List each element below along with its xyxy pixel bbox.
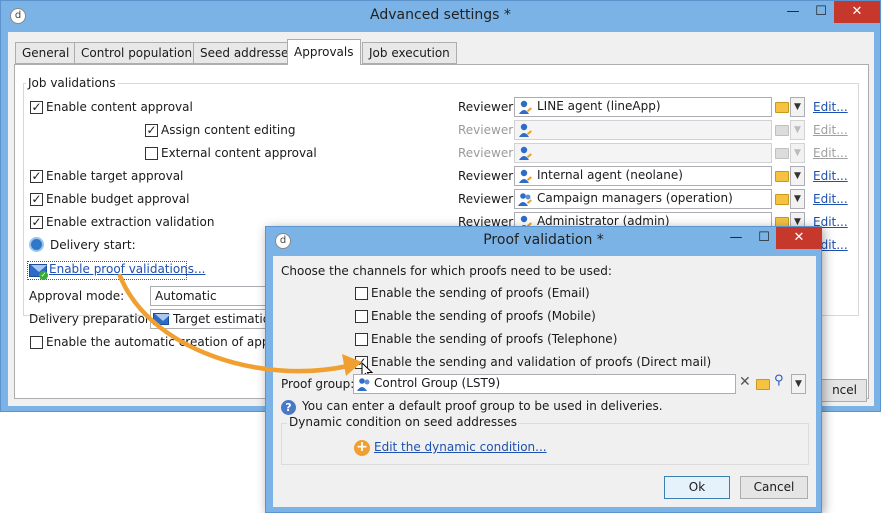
proof-group-value: Control Group (LST9)	[374, 376, 501, 390]
delivery-start-icon	[29, 237, 44, 252]
reviewer-value-4: Internal agent (neolane)	[537, 168, 683, 182]
proof-mobile-label: Enable the sending of proofs (Mobile)	[371, 309, 596, 323]
assign-content-editing-label: Assign content editing	[161, 123, 296, 137]
reviewer-field-1[interactable]: LINE agent (lineApp)	[514, 97, 772, 117]
proof-direct-mail-label: Enable the sending and validation of pro…	[371, 355, 712, 369]
edit-link-5[interactable]: Edit...	[813, 192, 848, 206]
reviewer-label-5: Reviewer:	[458, 192, 517, 206]
reviewer-dropdown-1[interactable]: ▼	[790, 97, 805, 117]
proof-close-button[interactable]: ✕	[776, 227, 822, 249]
reviewer-label-2: Reviewer:	[458, 123, 517, 137]
annotation-arrow	[117, 273, 362, 376]
auto-creation-checkbox[interactable]	[30, 336, 43, 349]
enable-extraction-validation-checkbox[interactable]: ✓	[30, 216, 43, 229]
enable-extraction-validation-label: Enable extraction validation	[46, 215, 215, 229]
cancel-button[interactable]: Cancel	[740, 476, 808, 499]
enable-budget-approval-checkbox[interactable]: ✓	[30, 193, 43, 206]
dynamic-condition-label: Dynamic condition on seed addresses	[287, 415, 520, 429]
plus-icon: +	[354, 440, 370, 456]
folder-icon[interactable]	[775, 171, 789, 182]
job-validations-label: Job validations	[26, 76, 118, 90]
proof-minimize-button[interactable]: —	[722, 227, 750, 249]
edit-link-4[interactable]: Edit...	[813, 169, 848, 183]
proof-maximize-button[interactable]: ☐	[750, 227, 778, 249]
search-icon[interactable]: ⚲	[774, 373, 784, 388]
reviewer-value-1: LINE agent (lineApp)	[537, 99, 661, 113]
green-check-icon: ✓	[39, 271, 48, 280]
edit-link-2: Edit...	[813, 123, 848, 137]
reviewer-label-3: Reviewer:	[458, 146, 517, 160]
tab-general[interactable]: General	[15, 42, 77, 64]
reviewer-dropdown-2: ▼	[790, 120, 805, 140]
edit-link-3: Edit...	[813, 146, 848, 160]
reviewer-dropdown-3: ▼	[790, 143, 805, 163]
close-button[interactable]: ✕	[834, 1, 880, 23]
reviewer-dropdown-4[interactable]: ▼	[790, 166, 805, 186]
group-icon	[518, 192, 533, 207]
proof-group-field[interactable]: Control Group (LST9)	[353, 374, 736, 394]
reviewer-field-3[interactable]	[514, 143, 772, 163]
ok-button[interactable]: Ok	[664, 476, 730, 499]
folder-icon	[775, 125, 789, 136]
reviewer-dropdown-5[interactable]: ▼	[790, 189, 805, 209]
user-icon	[518, 123, 533, 138]
user-icon	[518, 169, 533, 184]
proof-telephone-label: Enable the sending of proofs (Telephone)	[371, 332, 618, 346]
proof-group-info-text: You can enter a default proof group to b…	[302, 399, 663, 413]
reviewer-field-4[interactable]: Internal agent (neolane)	[514, 166, 772, 186]
user-icon	[518, 100, 533, 115]
folder-icon[interactable]	[775, 194, 789, 205]
proof-titlebar[interactable]: d Proof validation * — ☐ ✕	[266, 227, 822, 256]
clear-icon[interactable]: ✕	[739, 374, 751, 390]
reviewer-label-1: Reviewer:	[458, 100, 517, 114]
proof-group-dropdown[interactable]: ▼	[791, 374, 806, 394]
folder-icon[interactable]	[775, 102, 789, 113]
tab-seed-addresses[interactable]: Seed addresses	[193, 42, 302, 64]
folder-icon	[775, 148, 789, 159]
tab-control-population[interactable]: Control population	[74, 42, 200, 64]
reviewer-field-2[interactable]	[514, 120, 772, 140]
edit-link-1[interactable]: Edit...	[813, 100, 848, 114]
main-window-title: Advanced settings *	[370, 7, 511, 23]
reviewer-field-5[interactable]: Campaign managers (operation)	[514, 189, 772, 209]
proof-email-label: Enable the sending of proofs (Email)	[371, 286, 590, 300]
folder-icon[interactable]	[756, 379, 770, 390]
enable-budget-approval-label: Enable budget approval	[46, 192, 190, 206]
assign-content-editing-checkbox[interactable]: ✓	[145, 124, 158, 137]
info-icon: ?	[281, 400, 296, 415]
edit-dynamic-condition-link[interactable]: Edit the dynamic condition...	[374, 440, 547, 454]
reviewer-value-5: Campaign managers (operation)	[537, 191, 733, 205]
external-content-approval-label: External content approval	[161, 146, 317, 160]
reviewer-label-4: Reviewer:	[458, 169, 517, 183]
enable-target-approval-checkbox[interactable]: ✓	[30, 170, 43, 183]
user-icon	[518, 146, 533, 161]
tab-job-execution[interactable]: Job execution	[362, 42, 457, 64]
main-titlebar[interactable]: d Advanced settings * — ☐ ✕	[1, 1, 880, 32]
delivery-start-label: Delivery start:	[50, 238, 136, 252]
maximize-button[interactable]: ☐	[807, 1, 835, 23]
external-content-approval-checkbox[interactable]	[145, 147, 158, 160]
minimize-button[interactable]: —	[779, 1, 807, 23]
tab-approvals[interactable]: Approvals	[287, 39, 361, 65]
enable-target-approval-label: Enable target approval	[46, 169, 184, 183]
enable-content-approval-checkbox[interactable]: ✓	[30, 101, 43, 114]
enable-content-approval-label: Enable content approval	[46, 100, 193, 114]
